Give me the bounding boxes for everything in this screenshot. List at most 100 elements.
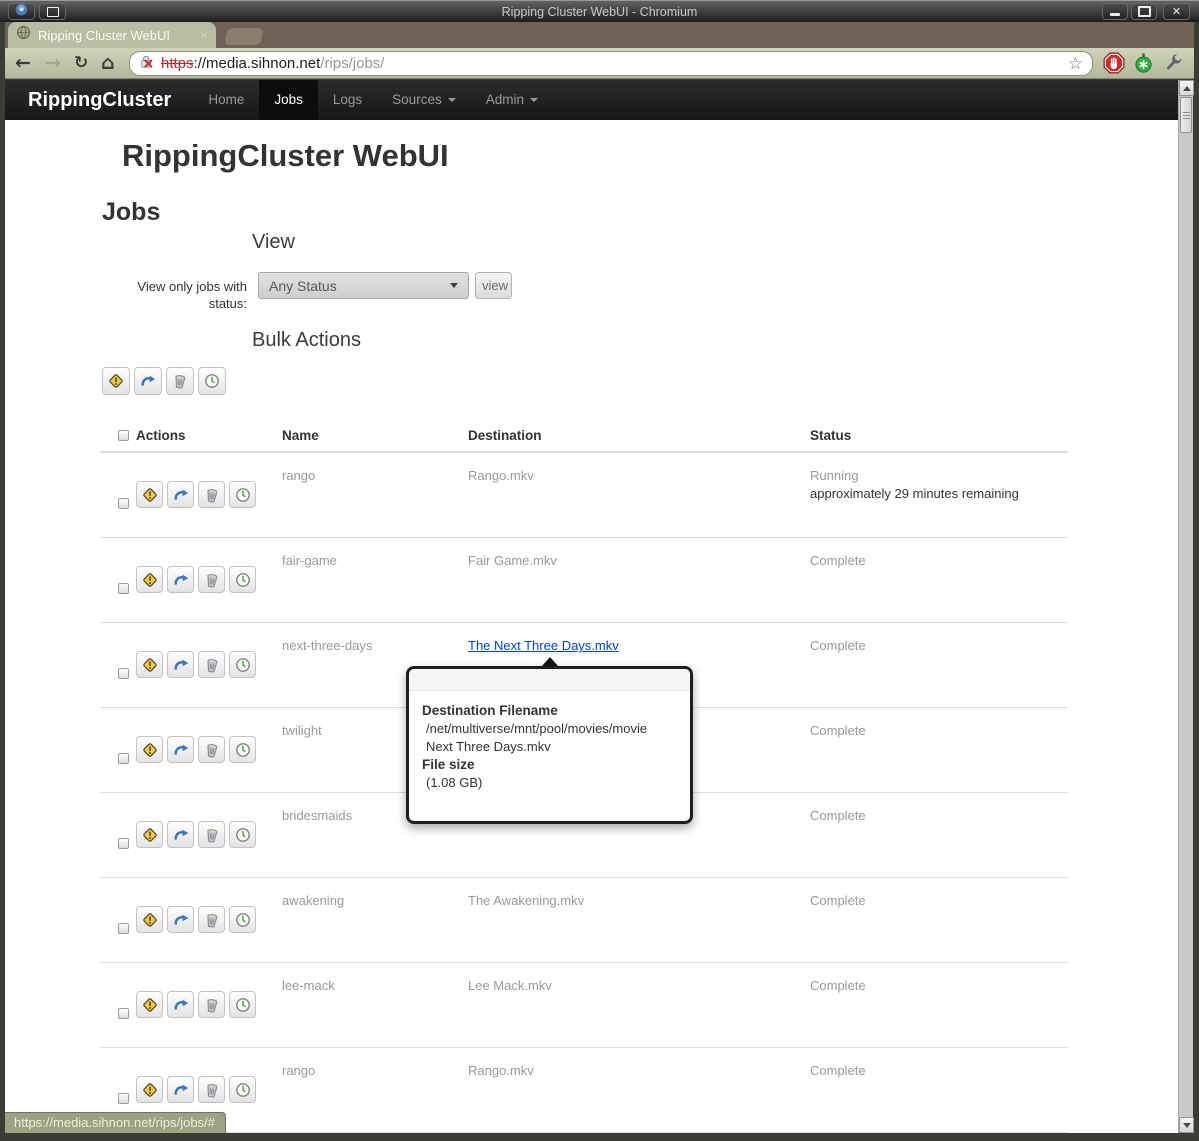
minimize-icon: [1110, 13, 1120, 16]
row-actions: [136, 1076, 256, 1103]
delete-button[interactable]: [198, 991, 225, 1018]
job-destination-link[interactable]: The Next Three Days.mkv: [468, 638, 619, 653]
status-filter-select[interactable]: Any Status: [258, 272, 469, 299]
priority-button[interactable]: [136, 821, 163, 848]
scroll-down-button[interactable]: [1179, 1117, 1194, 1133]
trash-icon: [204, 827, 220, 843]
schedule-button[interactable]: [229, 991, 256, 1018]
row-checkbox[interactable]: [118, 838, 129, 849]
status-bubble: https://media.sihnon.net/rips/jobs/#: [5, 1112, 226, 1133]
reload-button[interactable]: ↻: [74, 53, 88, 73]
bulk-retry-button[interactable]: [134, 367, 162, 395]
delete-button[interactable]: [198, 1076, 225, 1103]
wrench-menu-icon[interactable]: [1162, 52, 1184, 79]
nav-label: Jobs: [274, 80, 303, 120]
bookmark-star-icon[interactable]: ☆: [1068, 54, 1083, 74]
delete-button[interactable]: [198, 821, 225, 848]
trash-icon: [204, 912, 220, 928]
brand[interactable]: RippingCluster: [28, 89, 171, 112]
scrollbar[interactable]: [1178, 80, 1193, 1133]
priority-icon: [142, 912, 158, 928]
filter-label-line1: View only jobs with: [33, 278, 247, 295]
job-status: Complete: [810, 808, 1068, 823]
view-button[interactable]: view: [475, 272, 512, 299]
delete-button[interactable]: [198, 906, 225, 933]
trash-icon: [204, 657, 220, 673]
forward-button[interactable]: →: [45, 52, 61, 74]
bulk-priority-button[interactable]: [102, 367, 130, 395]
close-button[interactable]: ✕: [1163, 3, 1190, 20]
table-row: fair-game Fair Game.mkv Complete: [100, 538, 1068, 623]
delete-button[interactable]: [198, 481, 225, 508]
priority-button[interactable]: [136, 906, 163, 933]
schedule-button[interactable]: [229, 481, 256, 508]
delete-button[interactable]: [198, 736, 225, 763]
home-button[interactable]: ⌂: [101, 52, 115, 74]
schedule-button[interactable]: [229, 821, 256, 848]
scrollbar-thumb[interactable]: [1180, 97, 1192, 133]
caret-down-icon: [530, 98, 538, 102]
back-button[interactable]: ←: [15, 52, 31, 74]
schedule-button[interactable]: [229, 736, 256, 763]
priority-button[interactable]: [136, 651, 163, 678]
retry-button[interactable]: [167, 651, 194, 678]
select-all-checkbox[interactable]: [118, 430, 129, 441]
url-path: /rips/jobs/: [320, 55, 384, 72]
delete-button[interactable]: [198, 651, 225, 678]
nav-item-logs[interactable]: Logs: [318, 80, 377, 120]
row-checkbox[interactable]: [118, 1093, 129, 1104]
retry-button[interactable]: [167, 1076, 194, 1103]
bulk-delete-button[interactable]: [166, 367, 194, 395]
address-bar[interactable]: https://media.sihnon.net/rips/jobs/ ☆: [129, 51, 1093, 76]
bulk-schedule-button[interactable]: [198, 367, 226, 395]
job-destination: Lee Mack.mkv: [468, 978, 552, 993]
job-status: Complete: [810, 638, 1068, 653]
job-status: Complete: [810, 1063, 1068, 1078]
retry-button[interactable]: [167, 481, 194, 508]
job-status: Complete: [810, 553, 1068, 568]
row-checkbox[interactable]: [118, 498, 129, 509]
nav-item-sources[interactable]: Sources: [377, 80, 471, 120]
redo-arrow-icon: [173, 572, 189, 588]
schedule-button[interactable]: [229, 1076, 256, 1103]
retry-button[interactable]: [167, 821, 194, 848]
retry-button[interactable]: [167, 566, 194, 593]
tab-close-icon[interactable]: ×: [200, 28, 208, 42]
priority-button[interactable]: [136, 481, 163, 508]
row-checkbox[interactable]: [118, 923, 129, 934]
priority-button[interactable]: [136, 736, 163, 763]
schedule-button[interactable]: [229, 566, 256, 593]
priority-button[interactable]: [136, 1076, 163, 1103]
nav-item-admin[interactable]: Admin: [471, 80, 553, 120]
minimize-button[interactable]: [1102, 3, 1128, 20]
row-checkbox[interactable]: [118, 583, 129, 594]
nav-item-jobs[interactable]: Jobs: [259, 80, 318, 120]
window-title: Ripping Cluster WebUI - Chromium: [0, 1, 1199, 23]
row-actions: [136, 821, 256, 848]
adblock-stop-icon[interactable]: [1103, 52, 1125, 79]
flashblock-icon[interactable]: [1134, 53, 1153, 78]
priority-button[interactable]: [136, 566, 163, 593]
schedule-button[interactable]: [229, 906, 256, 933]
retry-button[interactable]: [167, 906, 194, 933]
maximize-button[interactable]: [1131, 3, 1157, 20]
row-actions: [136, 481, 256, 508]
delete-button[interactable]: [198, 566, 225, 593]
arrow-down-icon: [1183, 1123, 1191, 1128]
schedule-button[interactable]: [229, 651, 256, 678]
job-name: rango: [282, 1048, 468, 1132]
scroll-up-button[interactable]: [1179, 80, 1194, 96]
new-tab-button[interactable]: [224, 28, 264, 45]
tab-ripping-cluster[interactable]: Ripping Cluster WebUI ×: [8, 22, 216, 48]
trash-icon: [172, 373, 188, 389]
row-checkbox[interactable]: [118, 1008, 129, 1019]
priority-button[interactable]: [136, 991, 163, 1018]
retry-button[interactable]: [167, 736, 194, 763]
row-checkbox[interactable]: [118, 753, 129, 764]
tab-title: Ripping Cluster WebUI: [38, 28, 200, 43]
nav-item-home[interactable]: Home: [193, 80, 259, 120]
retry-button[interactable]: [167, 991, 194, 1018]
arrow-up-icon: [1183, 86, 1191, 91]
insecure-lock-icon[interactable]: [139, 54, 154, 74]
row-checkbox[interactable]: [118, 668, 129, 679]
